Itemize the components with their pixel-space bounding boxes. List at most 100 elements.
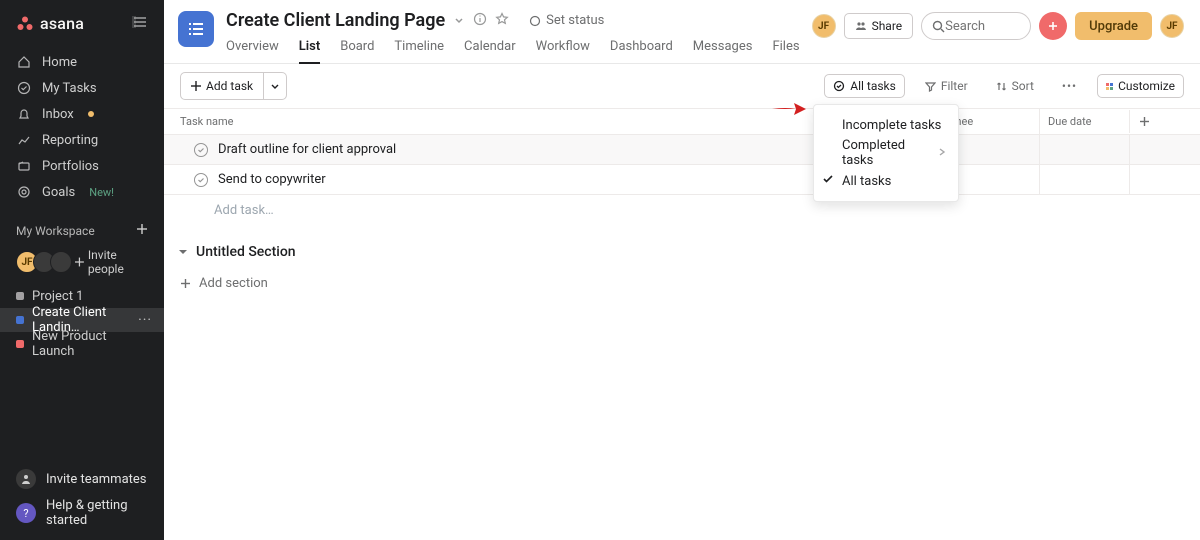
user-avatar[interactable]: JF bbox=[1160, 14, 1184, 38]
invite-teammates-button[interactable]: Invite teammates bbox=[0, 462, 164, 496]
plus-icon bbox=[1046, 19, 1060, 33]
search-field[interactable] bbox=[921, 12, 1031, 40]
add-task-dropdown[interactable] bbox=[264, 72, 287, 100]
share-button[interactable]: Share bbox=[844, 13, 914, 39]
sort-icon bbox=[996, 81, 1007, 92]
task-row[interactable]: Send to copywriter bbox=[164, 165, 1200, 195]
due-date-cell[interactable] bbox=[1039, 165, 1129, 194]
inbox-unread-dot bbox=[88, 111, 94, 117]
tab-list[interactable]: List bbox=[299, 39, 320, 64]
section-toggle[interactable]: Untitled Section bbox=[164, 226, 1200, 264]
column-due-date[interactable]: Due date bbox=[1039, 109, 1129, 134]
chart-icon bbox=[16, 133, 32, 147]
task-filter-dropdown: Incomplete tasks Completed tasks All tas… bbox=[813, 104, 959, 202]
nav-home[interactable]: Home bbox=[0, 49, 164, 75]
target-icon bbox=[16, 185, 32, 199]
chevron-down-icon bbox=[270, 81, 280, 91]
project-name: Project 1 bbox=[32, 289, 84, 304]
project-item[interactable]: New Product Launch bbox=[0, 332, 164, 356]
tab-calendar[interactable]: Calendar bbox=[464, 39, 516, 63]
add-task-label: Add task bbox=[206, 79, 253, 93]
new-badge: New! bbox=[89, 186, 114, 199]
nav-home-label: Home bbox=[42, 55, 77, 70]
star-icon[interactable] bbox=[495, 11, 509, 30]
task-row[interactable]: Draft outline for client approval bbox=[164, 135, 1200, 165]
project-member-avatar[interactable]: JF bbox=[812, 14, 836, 38]
sort-button[interactable]: Sort bbox=[988, 75, 1042, 97]
plus-icon bbox=[180, 278, 191, 289]
search-input[interactable] bbox=[945, 19, 1017, 34]
column-header-row: Task name Assignee Due date bbox=[164, 109, 1200, 135]
filter-icon bbox=[925, 81, 936, 92]
help-button[interactable]: ? Help & getting started bbox=[0, 496, 164, 530]
customize-icon bbox=[1106, 83, 1113, 90]
add-task-button[interactable]: Add task bbox=[180, 72, 264, 100]
nav-goals[interactable]: Goals New! bbox=[0, 179, 164, 205]
nav-inbox[interactable]: Inbox bbox=[0, 101, 164, 127]
customize-button[interactable]: Customize bbox=[1097, 74, 1184, 98]
invite-people-link[interactable]: Invite people bbox=[75, 248, 148, 276]
project-icon[interactable] bbox=[178, 11, 214, 47]
nav-reporting[interactable]: Reporting bbox=[0, 127, 164, 153]
workspace-members: JF Invite people bbox=[0, 242, 164, 284]
more-actions-button[interactable]: ••• bbox=[1054, 75, 1085, 97]
nav-reporting-label: Reporting bbox=[42, 133, 98, 148]
collapse-sidebar-icon[interactable] bbox=[132, 15, 148, 33]
tab-board[interactable]: Board bbox=[340, 39, 374, 63]
filter-label: Filter bbox=[941, 79, 968, 93]
people-icon bbox=[16, 469, 36, 489]
tab-timeline[interactable]: Timeline bbox=[394, 39, 444, 63]
add-column-button[interactable] bbox=[1129, 110, 1159, 133]
dropdown-all-tasks[interactable]: All tasks bbox=[814, 167, 958, 195]
nav-my-tasks-label: My Tasks bbox=[42, 81, 97, 96]
task-name: Draft outline for client approval bbox=[218, 142, 396, 157]
asana-logo[interactable]: asana bbox=[16, 14, 84, 33]
add-task-split-button: Add task bbox=[180, 72, 287, 100]
customize-label: Customize bbox=[1118, 79, 1175, 93]
project-more-icon[interactable]: ··· bbox=[138, 312, 152, 328]
chevron-down-icon[interactable] bbox=[453, 11, 465, 30]
row-extra-cell bbox=[1129, 135, 1159, 164]
invite-teammates-label: Invite teammates bbox=[46, 472, 147, 487]
add-task-inline[interactable]: Add task… bbox=[164, 195, 1200, 226]
upgrade-button[interactable]: Upgrade bbox=[1075, 12, 1152, 40]
dropdown-incomplete-tasks[interactable]: Incomplete tasks bbox=[814, 111, 958, 139]
all-tasks-label: All tasks bbox=[850, 79, 896, 93]
info-icon[interactable] bbox=[473, 11, 487, 30]
nav-goals-label: Goals bbox=[42, 185, 75, 200]
project-color-dot bbox=[16, 316, 24, 324]
tab-overview[interactable]: Overview bbox=[226, 39, 279, 63]
help-icon: ? bbox=[16, 503, 36, 523]
check-circle-icon bbox=[833, 80, 845, 92]
due-date-cell[interactable] bbox=[1039, 135, 1129, 164]
tab-workflow[interactable]: Workflow bbox=[536, 39, 590, 63]
chevron-right-icon bbox=[938, 146, 946, 161]
tab-messages[interactable]: Messages bbox=[693, 39, 753, 63]
page-header: Create Client Landing Page Set status Ov… bbox=[164, 0, 1200, 64]
list-icon bbox=[186, 19, 206, 39]
tutorial-arrow-icon bbox=[772, 100, 806, 122]
add-section-button[interactable]: Add section bbox=[164, 264, 1200, 291]
set-status-label: Set status bbox=[546, 13, 604, 28]
dropdown-completed-tasks[interactable]: Completed tasks bbox=[814, 139, 958, 167]
nav-portfolios[interactable]: Portfolios bbox=[0, 153, 164, 179]
add-project-icon[interactable] bbox=[136, 223, 148, 238]
invite-people-label: Invite people bbox=[88, 248, 148, 276]
complete-task-checkbox[interactable] bbox=[194, 143, 208, 157]
workspace-title: My Workspace bbox=[16, 224, 95, 238]
all-tasks-filter-button[interactable]: All tasks bbox=[824, 74, 905, 98]
avatar-empty[interactable] bbox=[50, 251, 72, 273]
plus-icon bbox=[75, 257, 84, 267]
asana-logo-icon bbox=[16, 15, 34, 33]
filter-button[interactable]: Filter bbox=[917, 75, 976, 97]
task-name: Send to copywriter bbox=[218, 172, 326, 187]
project-title[interactable]: Create Client Landing Page bbox=[226, 10, 445, 31]
sidebar-footer: Invite teammates ? Help & getting starte… bbox=[0, 462, 164, 540]
set-status-button[interactable]: Set status bbox=[529, 13, 604, 28]
project-color-dot bbox=[16, 292, 24, 300]
global-add-button[interactable] bbox=[1039, 12, 1067, 40]
nav-my-tasks[interactable]: My Tasks bbox=[0, 75, 164, 101]
complete-task-checkbox[interactable] bbox=[194, 173, 208, 187]
tab-dashboard[interactable]: Dashboard bbox=[610, 39, 673, 63]
tab-files[interactable]: Files bbox=[772, 39, 799, 63]
